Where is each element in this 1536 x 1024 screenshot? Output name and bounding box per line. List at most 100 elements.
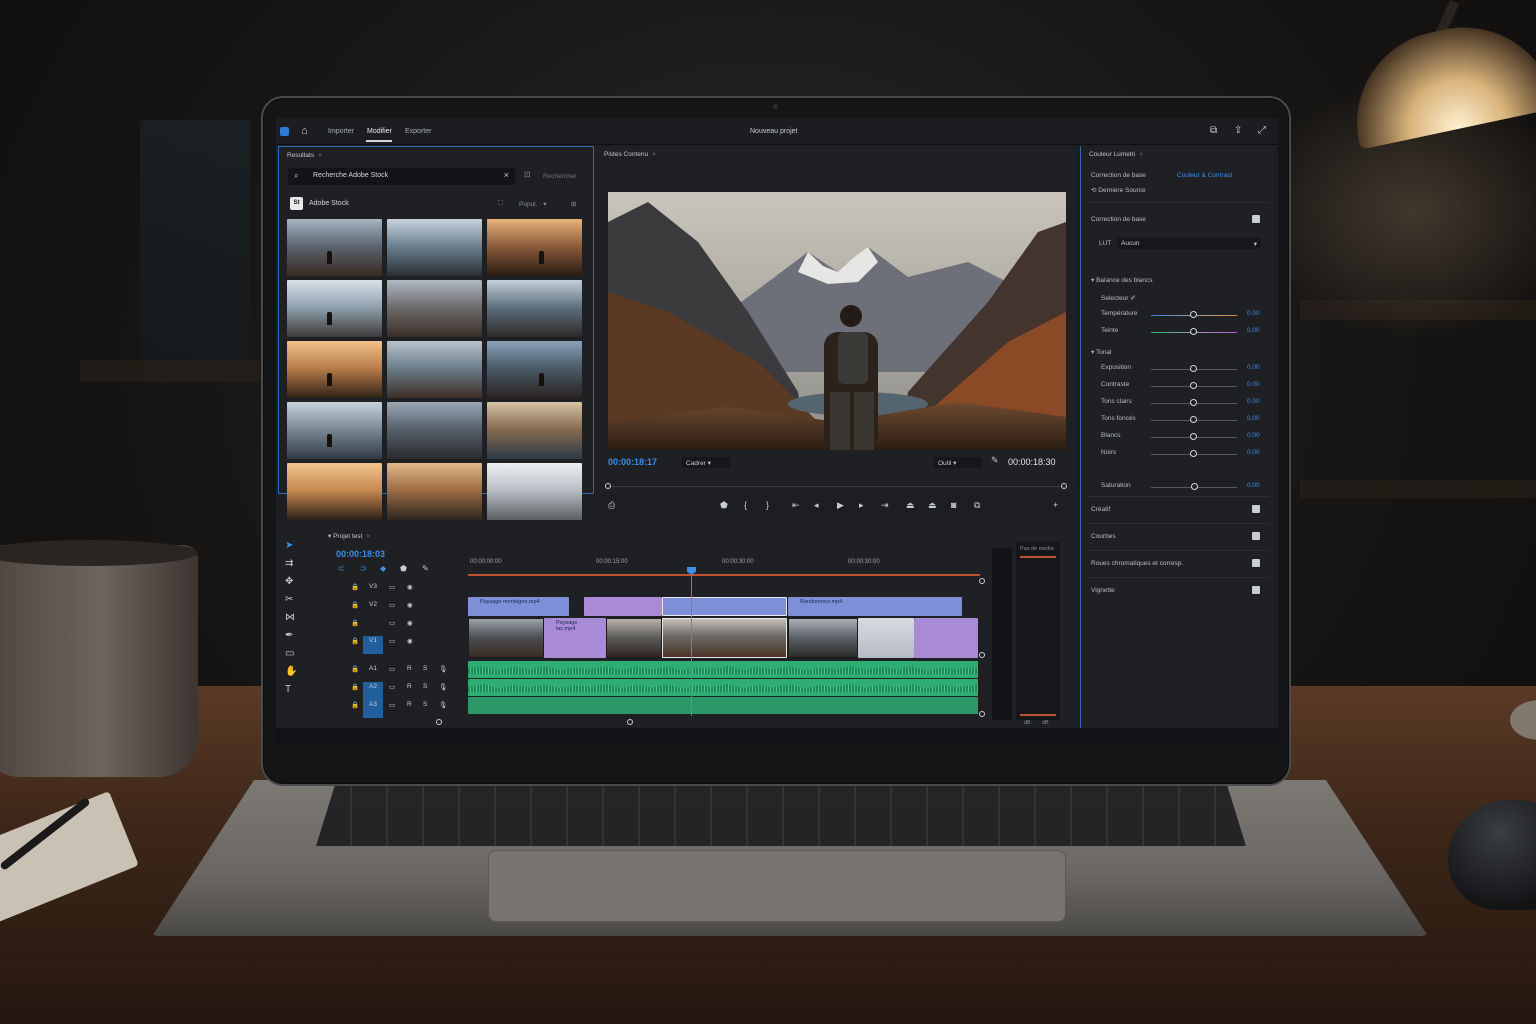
section-vignette[interactable]: Vignette [1091, 587, 1115, 594]
lock-icon[interactable]: 🔒 [351, 683, 359, 691]
sync-lock-icon[interactable]: ▭ [389, 637, 395, 645]
lift-icon[interactable]: ⏏ [906, 500, 915, 511]
timeline-settings-icon[interactable]: ✎ [422, 564, 429, 573]
vertical-scroll-handle[interactable] [979, 711, 985, 717]
stock-thumbnail[interactable] [387, 219, 482, 276]
sync-lock-icon[interactable]: ▭ [389, 683, 395, 691]
track-header[interactable]: 🔒 A3 ▭ R S 🎙 [331, 700, 461, 718]
clip-v2-adjustment[interactable] [584, 597, 662, 616]
playhead-line[interactable] [691, 568, 692, 716]
slider-value[interactable]: 0.00 [1247, 381, 1260, 388]
go-to-out-icon[interactable]: ⇥ [881, 500, 889, 511]
close-icon[interactable]: × [652, 151, 656, 158]
fit-dropdown[interactable]: Cadrer ▾ [682, 457, 730, 468]
camera-icon[interactable]: ◙ [951, 500, 956, 510]
track-name[interactable]: A1 [369, 665, 377, 672]
stock-thumbnail[interactable] [287, 463, 382, 520]
clip-v1-transition[interactable]: Paysage lac.mp4 [544, 618, 606, 658]
sync-lock-icon[interactable]: ▭ [389, 601, 395, 609]
section-curves[interactable]: Courbes [1091, 533, 1116, 540]
sort-dropdown[interactable]: Popul. · ▾ [519, 200, 546, 208]
track-header[interactable]: 🔒 V2 ▭ ◉ [331, 600, 461, 614]
slider-value[interactable]: 0.00 [1247, 310, 1260, 317]
slider-knob[interactable] [1191, 483, 1198, 490]
eye-icon[interactable]: ◉ [407, 583, 413, 591]
mute-icon[interactable]: S [423, 701, 427, 708]
quality-dropdown[interactable]: Outil ▾ [934, 457, 982, 468]
lumetri-tab-color[interactable]: Couleur & Contrast [1177, 172, 1232, 179]
eye-icon[interactable]: ◉ [407, 619, 413, 627]
compare-icon[interactable]: ⧉ [974, 500, 980, 511]
audio-clip-a1[interactable] [468, 661, 978, 678]
slider-knob[interactable] [1190, 433, 1197, 440]
clip-v1-color[interactable] [914, 618, 978, 658]
refine-button[interactable]: Rechercher [543, 173, 577, 180]
track-select-tool-icon[interactable]: ⇉ [285, 558, 293, 569]
linked-selection-icon[interactable]: ⊃ [360, 564, 367, 573]
clip-v1-selected[interactable] [662, 618, 787, 658]
close-icon[interactable]: × [318, 152, 322, 159]
solo-icon[interactable]: R [407, 701, 412, 708]
clip-v1-thumbnail[interactable] [468, 618, 544, 658]
track-header[interactable]: 🔒 V1 ▭ ◉ [331, 636, 461, 654]
clip-v1-thumbnail[interactable] [606, 618, 662, 658]
pen-tool-icon[interactable]: ✒ [285, 630, 293, 641]
sync-lock-icon[interactable]: ▭ [389, 701, 395, 709]
track-header[interactable]: 🔒 A2 ▭ R S 🎙 [331, 682, 461, 700]
rectangle-tool-icon[interactable]: ▭ [285, 648, 294, 659]
monitor-scrubber[interactable] [608, 486, 1066, 487]
slider-value[interactable]: 0.00 [1247, 327, 1260, 334]
stock-thumbnail[interactable] [387, 341, 482, 398]
nav-modifier[interactable]: Modifier [367, 128, 392, 135]
slider-value[interactable]: 0.00 [1247, 482, 1260, 489]
stock-thumbnail[interactable] [387, 280, 482, 337]
microphone-icon[interactable]: 🎙 [439, 701, 447, 709]
slip-tool-icon[interactable]: ⋈ [285, 612, 295, 623]
slider-knob[interactable] [1190, 311, 1197, 318]
color-wheels-checkbox[interactable] [1252, 559, 1260, 567]
slider-knob[interactable] [1190, 450, 1197, 457]
timeline-timecode[interactable]: 00:00:18:03 [336, 549, 385, 559]
slider-knob[interactable] [1190, 382, 1197, 389]
solo-icon[interactable]: R [407, 665, 412, 672]
vignette-checkbox[interactable] [1252, 586, 1260, 594]
type-tool-icon[interactable]: T [285, 684, 291, 695]
stock-thumbnail[interactable] [487, 280, 582, 337]
stock-thumbnail[interactable] [387, 402, 482, 459]
audio-clip-a2[interactable] [468, 679, 978, 696]
section-basic-correction[interactable]: Correction de base [1091, 216, 1146, 223]
go-to-in-icon[interactable]: ⇤ [792, 500, 800, 511]
search-input[interactable]: Recherche Adobe Stock [313, 172, 388, 179]
lock-icon[interactable]: 🔒 [351, 601, 359, 609]
lut-dropdown[interactable]: Aucun ▾ [1117, 238, 1261, 249]
mute-icon[interactable]: S [423, 665, 427, 672]
add-button-icon[interactable]: + [1053, 500, 1058, 510]
slider-knob[interactable] [1190, 328, 1197, 335]
track-name[interactable]: V3 [369, 583, 377, 590]
track-name[interactable]: A3 [369, 701, 377, 708]
fullscreen-icon[interactable]: ⤢ [1258, 125, 1266, 136]
section-tone[interactable]: ▾ Tonal [1091, 348, 1112, 356]
slider-value[interactable]: 0.00 [1247, 364, 1260, 371]
lock-icon[interactable]: 🔒 [351, 665, 359, 673]
timeline-tab[interactable]: ▾ Projet test × [328, 532, 370, 540]
clip-v2[interactable]: Paysage montagne.mp4 [468, 597, 569, 616]
ripple-edit-tool-icon[interactable]: ✥ [285, 576, 293, 587]
stock-thumbnail[interactable] [287, 219, 382, 276]
eyedropper-icon[interactable]: ✐ [1130, 295, 1135, 302]
lock-icon[interactable]: 🔒 [351, 619, 359, 627]
basic-correction-checkbox[interactable] [1252, 215, 1260, 223]
stock-thumbnail[interactable] [487, 219, 582, 276]
track-header[interactable]: 🔒 ▭ ◉ [331, 618, 461, 632]
extract-icon[interactable]: ⏏ [928, 500, 937, 511]
add-marker-icon[interactable]: ◆ [380, 564, 386, 573]
export-frame-icon[interactable]: ⎙ [608, 500, 615, 511]
clip-v2[interactable]: Randonneur.mp4 [788, 597, 962, 616]
vertical-scroll-handle[interactable] [979, 578, 985, 584]
nav-exporter[interactable]: Exporter [405, 128, 431, 135]
nav-importer[interactable]: Importer [328, 128, 354, 135]
slider-knob[interactable] [1190, 416, 1197, 423]
slider-value[interactable]: 0.00 [1247, 398, 1260, 405]
slider-value[interactable]: 0.00 [1247, 449, 1260, 456]
audio-clip-a3[interactable] [468, 697, 978, 714]
